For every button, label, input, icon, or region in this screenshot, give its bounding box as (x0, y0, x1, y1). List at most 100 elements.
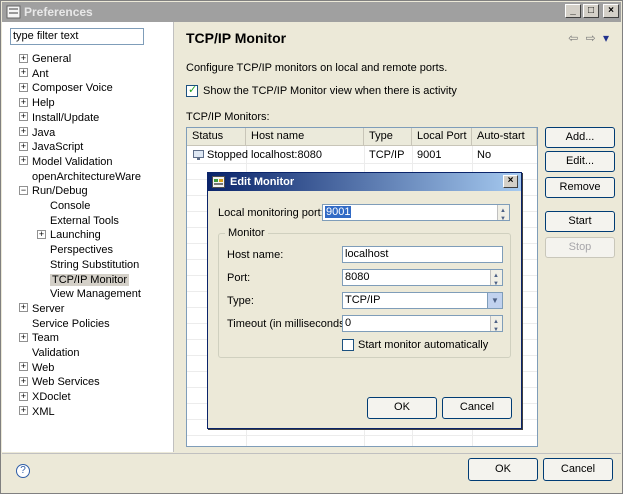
tree-item[interactable]: openArchitectureWare (32, 170, 141, 185)
expand-icon[interactable]: + (19, 406, 28, 416)
tree-item[interactable]: + Install/Update (19, 111, 99, 126)
stop-button-label: Stop (568, 241, 592, 253)
show-view-label: Show the TCP/IP Monitor view when there … (203, 85, 457, 97)
column-header-status[interactable]: Status (187, 128, 246, 146)
tree-item[interactable]: Validation (32, 346, 80, 361)
tree-item[interactable]: + Ant (19, 67, 49, 82)
expand-icon[interactable]: + (37, 229, 46, 239)
tree-item[interactable]: + General (19, 52, 71, 67)
column-header-type[interactable]: Type (364, 128, 412, 146)
tree-item[interactable]: + Web Services (19, 375, 100, 390)
page-navigation: ⇦ ⇨ ▾ (568, 31, 611, 45)
tree-item[interactable]: + Java (19, 126, 55, 141)
add-button[interactable]: Add... (545, 127, 615, 148)
timeout-spinner[interactable] (490, 315, 502, 338)
expand-icon[interactable]: + (19, 376, 28, 386)
type-select[interactable]: TCP/IP ▼ (342, 292, 503, 309)
tree-item-label: Team (32, 332, 59, 345)
tree-item[interactable]: Service Policies (32, 317, 110, 332)
tree-item-label: Composer Voice (32, 82, 113, 95)
tree-item[interactable]: + XML (19, 405, 55, 420)
tree-item[interactable]: + Composer Voice (19, 81, 113, 96)
maximize-button[interactable]: □ (583, 4, 599, 18)
back-arrow-icon[interactable]: ⇦ (568, 31, 580, 45)
expand-icon[interactable]: + (19, 53, 28, 63)
tree-item[interactable]: + Model Validation (19, 155, 113, 170)
dialog-cancel-button[interactable]: Cancel (442, 397, 512, 419)
timeout-field[interactable]: 0 (342, 315, 503, 338)
expand-icon[interactable]: + (19, 82, 28, 92)
tree-item[interactable]: External Tools (50, 214, 119, 229)
tree-item-label: Perspectives (50, 244, 113, 257)
expand-icon[interactable]: + (19, 68, 28, 78)
show-view-checkbox[interactable] (186, 83, 198, 97)
tree-item[interactable]: + JavaScript (19, 140, 83, 155)
expand-icon[interactable]: + (19, 97, 28, 107)
stop-button[interactable]: Stop (545, 237, 615, 258)
host-field[interactable]: localhost (342, 246, 503, 263)
monitor-group-title: Monitor (225, 227, 268, 239)
expand-icon[interactable]: + (19, 391, 28, 401)
preferences-tree-panel: type filter text + General + Ant + Composer V… (2, 22, 174, 452)
column-header-host[interactable]: Host name (246, 128, 364, 146)
tree-item-label: Help (32, 97, 55, 110)
tree-item-label: Web (32, 361, 55, 374)
dialog-ok-label: OK (394, 401, 410, 413)
cancel-button[interactable]: Cancel (543, 458, 613, 481)
expand-icon[interactable]: + (19, 112, 28, 122)
dialog-close-button[interactable]: × (503, 175, 518, 188)
tree-item[interactable]: + Team (19, 331, 59, 346)
start-button[interactable]: Start (545, 211, 615, 232)
tree-item[interactable]: + Help (19, 96, 55, 111)
dialog-ok-button[interactable]: OK (367, 397, 437, 419)
tree-item[interactable]: + XDoclet (19, 390, 71, 405)
expand-icon[interactable]: + (19, 303, 28, 313)
port-spinner[interactable] (490, 269, 502, 292)
tree-item[interactable]: View Management (50, 287, 141, 302)
collapse-icon[interactable]: − (19, 185, 28, 195)
filter-input[interactable]: type filter text (10, 28, 144, 45)
local-port-field[interactable]: 9001 (322, 204, 510, 227)
remove-button[interactable]: Remove (545, 177, 615, 198)
cancel-button-label: Cancel (560, 463, 596, 475)
tree-item[interactable]: − Run/Debug (19, 184, 88, 199)
row-port: 9001 (417, 149, 442, 161)
column-header-autostart[interactable]: Auto-start (472, 128, 537, 146)
tree-item[interactable]: Perspectives (50, 243, 113, 258)
tree-item[interactable]: TCP/IP Monitor (50, 273, 129, 288)
app-icon (6, 5, 21, 19)
add-button-label: Add... (565, 131, 595, 143)
local-port-spinner[interactable] (497, 204, 509, 227)
tree-item[interactable]: String Substitution (50, 258, 139, 273)
ok-button[interactable]: OK (468, 458, 538, 481)
monitor-group: Monitor Host name: localhost Port: 8080 … (218, 227, 511, 358)
minimize-button[interactable]: _ (565, 4, 581, 18)
host-label: Host name: (227, 249, 284, 261)
chevron-down-icon[interactable]: ▼ (487, 293, 502, 308)
view-menu-icon[interactable]: ▾ (603, 31, 611, 45)
expand-icon[interactable]: + (19, 156, 28, 166)
remove-button-label: Remove (559, 181, 601, 193)
dialog-title: Edit Monitor (230, 176, 295, 188)
close-button[interactable]: × (603, 4, 619, 18)
expand-icon[interactable]: + (19, 362, 28, 372)
tree-item[interactable]: + Server (19, 302, 64, 317)
row-type: TCP/IP (369, 149, 405, 161)
start-automatically-checkbox[interactable] (342, 339, 354, 351)
tree-item-label: Ant (32, 67, 49, 80)
port-field[interactable]: 8080 (342, 269, 503, 292)
tree-item-label: Run/Debug (32, 185, 88, 198)
tree-item-label: Validation (32, 347, 80, 359)
expand-icon[interactable]: + (19, 127, 28, 137)
help-icon[interactable]: ? (16, 464, 30, 478)
tree-item[interactable]: + Web (19, 361, 54, 376)
tree-item[interactable]: + Launching (37, 228, 101, 243)
tree-item-label: View Management (50, 288, 141, 301)
tree-item-label: Model Validation (32, 155, 113, 168)
tree-item[interactable]: Console (50, 199, 90, 214)
column-header-port[interactable]: Local Port (412, 128, 472, 146)
expand-icon[interactable]: + (19, 332, 28, 342)
edit-button[interactable]: Edit... (545, 151, 615, 172)
expand-icon[interactable]: + (19, 141, 28, 151)
forward-arrow-icon[interactable]: ⇨ (586, 31, 598, 45)
